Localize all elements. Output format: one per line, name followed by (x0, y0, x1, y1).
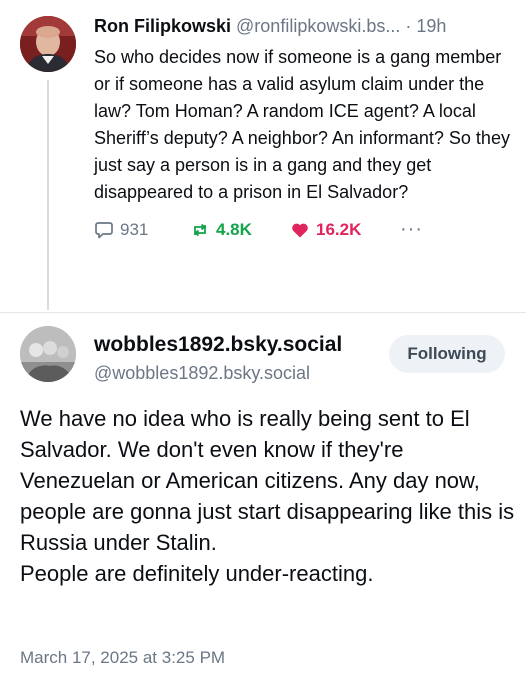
reply-button[interactable]: 931 (94, 220, 190, 240)
avatar-photo-icon (20, 326, 76, 382)
avatar-wobbles1892[interactable] (20, 326, 76, 382)
author-name[interactable]: Ron Filipkowski (94, 16, 231, 36)
post-timestamp[interactable]: March 17, 2025 at 3:25 PM (20, 648, 225, 668)
like-count: 16.2K (316, 219, 362, 239)
post-text: We have no idea who is really being sent… (20, 403, 515, 589)
post-header: Ron Filipkowski @ronfilipkowski.bs... · … (94, 14, 514, 38)
reply-icon (95, 221, 113, 238)
following-button[interactable]: Following (389, 335, 505, 373)
more-options-button[interactable]: ··· (400, 218, 423, 241)
post-paragraph: People are definitely under-reacting. (20, 561, 374, 586)
post-actions: 931 4.8K 16.2K ··· (94, 218, 514, 241)
repost-icon (194, 223, 206, 236)
avatar-portrait-icon (20, 16, 76, 72)
header-separator: · (405, 16, 412, 36)
more-icon: ··· (400, 218, 423, 240)
post-ron-filipkowski: Ron Filipkowski @ronfilipkowski.bs... · … (94, 14, 514, 241)
post-text: So who decides now if someone is a gang … (94, 47, 510, 202)
heart-icon (292, 223, 308, 237)
thread-line (47, 80, 49, 310)
post-divider (0, 312, 526, 313)
avatar-ron-filipkowski[interactable] (20, 16, 76, 72)
post-paragraph: We have no idea who is really being sent… (20, 406, 515, 555)
repost-button[interactable]: 4.8K (190, 220, 290, 240)
post-time[interactable]: 19h (416, 16, 446, 36)
author-handle[interactable]: @wobbles1892.bsky.social (94, 363, 310, 384)
like-button[interactable]: 16.2K (290, 220, 400, 240)
author-handle[interactable]: @ronfilipkowski.bs... (236, 16, 400, 36)
repost-count: 4.8K (216, 219, 252, 239)
reply-count: 931 (120, 219, 149, 239)
author-name[interactable]: wobbles1892.bsky.social (94, 333, 342, 357)
